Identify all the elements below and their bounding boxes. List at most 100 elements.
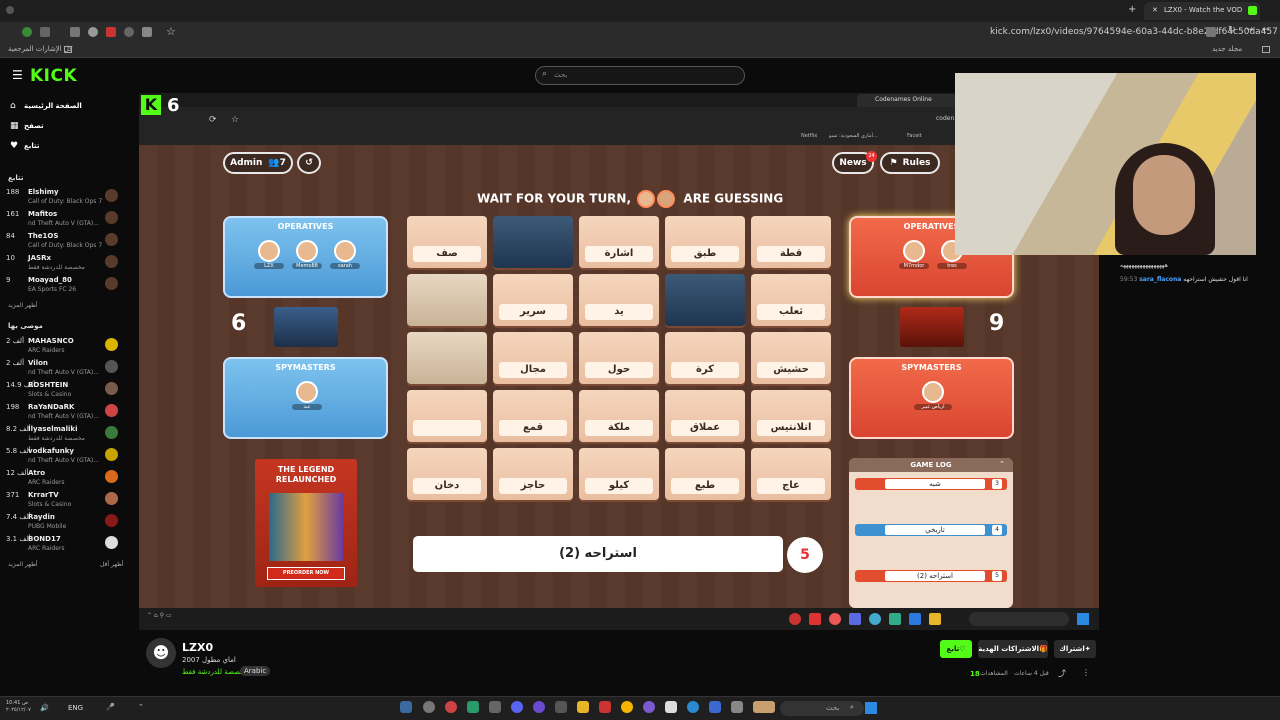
recommended-item[interactable]: 8.2 ألف Ilyaselmaliki مخصصة للدردشة فقط: [0, 425, 130, 447]
game-log: GAME LOG ⌃ شبه 3 تاريخي 4 استراحه (2) 5: [849, 458, 1013, 608]
taskbar-app-icon[interactable]: [599, 701, 611, 713]
taskbar-app-icon[interactable]: [555, 701, 567, 713]
reload-icon[interactable]: ↻: [1228, 25, 1236, 35]
folder-icon-2: [1262, 46, 1270, 53]
recommended-item[interactable]: 3.1 ألف BOND17 ARC Raiders: [0, 535, 130, 557]
show-more-link[interactable]: أظهر المزيد: [8, 302, 38, 309]
taskbar-app-icon[interactable]: [709, 701, 721, 713]
recommended-item[interactable]: 371 KrrarTV Slots & Casino: [0, 491, 130, 513]
avatar: [105, 536, 118, 549]
clock[interactable]: 10:41 ص ٢٠٢٥/١٢/٠٧: [6, 700, 31, 714]
blue-score: 6: [231, 311, 247, 336]
taskbar-app-icon[interactable]: [489, 701, 501, 713]
chat-panel: ههههههههههههههههه 59:53 sara_flacona انا…: [1118, 258, 1280, 618]
following-item[interactable]: 161 Mafitos ...nd Theft Auto V (GTA): [0, 210, 130, 232]
sidebar-item-following[interactable]: تتابع: [24, 142, 40, 150]
taskbar-app-icon: [889, 613, 901, 625]
back-icon[interactable]: ←: [1262, 25, 1270, 35]
kick-logo[interactable]: KICK: [30, 66, 77, 86]
chrome-icon[interactable]: [621, 701, 633, 713]
mic-icon[interactable]: 🎤: [106, 703, 115, 711]
address-bar[interactable]: kick.com/lzx0/videos/9764594e-60a3-44dc-…: [990, 27, 1278, 37]
taskbar-app-icon[interactable]: [511, 701, 523, 713]
edge-icon[interactable]: [687, 701, 699, 713]
show-more-link-2[interactable]: أظهر المزيد: [8, 561, 38, 568]
window-menu-icon[interactable]: [6, 6, 14, 14]
active-tab[interactable]: ✕ LZX0 - Watch the VOD on: [1144, 2, 1260, 20]
extension-icon-5[interactable]: [142, 27, 152, 37]
following-item[interactable]: 84 The1OS Call of Duty: Black Ops 7: [0, 232, 130, 254]
taskbar-app-icon[interactable]: [467, 701, 479, 713]
kick-badge-icon: K: [141, 95, 161, 115]
new-folder-bookmark[interactable]: مجلد جديد: [1212, 45, 1242, 53]
windows-start-icon[interactable]: [865, 702, 877, 714]
browse-icon: ▦: [10, 121, 19, 131]
recommended-item[interactable]: 5.8 ألف vodkafunky ...nd Theft Auto V (GTA…: [0, 447, 130, 469]
volume-icon[interactable]: 🔊: [40, 704, 49, 712]
taskbar-app-icon[interactable]: [423, 701, 435, 713]
recommended-item[interactable]: 12 ألف Atro ARC Raiders: [0, 469, 130, 491]
extension-icon-4[interactable]: [106, 27, 116, 37]
card-word: كيلو: [585, 478, 653, 494]
bookmark-icon: ⚑: [889, 158, 898, 168]
close-tab-icon[interactable]: ✕: [1152, 6, 1158, 14]
red-score: 9: [989, 311, 1005, 336]
language-indicator[interactable]: ENG: [68, 704, 83, 712]
taskbar-search[interactable]: ⌕ بحث: [780, 701, 864, 716]
chat-user[interactable]: sara_flacona: [1139, 276, 1181, 283]
avatar: [105, 448, 118, 461]
taskbar-app-icon[interactable]: [400, 701, 412, 713]
gift-subs-button[interactable]: 🎁 الاشتراكات الهدية: [978, 640, 1048, 658]
follow-button[interactable]: ♡ تابع: [940, 640, 972, 658]
channel-game: مخصصة للدردشة فقط: [28, 435, 85, 442]
views-label: المشاهدات: [980, 670, 1008, 677]
player-name: Memo88: [292, 263, 322, 269]
taskbar-app-icon[interactable]: [533, 701, 545, 713]
channel-game: ...nd Theft Auto V (GTA): [28, 220, 99, 227]
tray-chevron-icon[interactable]: ⌃: [138, 703, 144, 711]
taskbar-app-icon[interactable]: [643, 701, 655, 713]
following-item[interactable]: 188 Elshimy Call of Duty: Black Ops 7: [0, 188, 130, 210]
preorder-button: PREORDER NOW: [267, 567, 345, 580]
taskbar-app-icon[interactable]: [577, 701, 589, 713]
avatar: [105, 382, 118, 395]
taskbar-app-icon[interactable]: [445, 701, 457, 713]
taskbar-app-icon[interactable]: [731, 701, 743, 713]
new-tab-icon[interactable]: +: [1128, 4, 1136, 15]
channel-avatar[interactable]: ☻: [146, 638, 176, 668]
recommended-item[interactable]: 198 RaYaNDaRK ...nd Theft Auto V (GTA): [0, 403, 130, 425]
show-less-link[interactable]: أظهر أقل: [100, 561, 124, 568]
taskbar-app-icon[interactable]: [753, 701, 775, 713]
viewer-count: 161: [6, 210, 20, 218]
following-item[interactable]: 9 Moayad_80 EA Sports FC 26: [0, 276, 130, 298]
recommended-item[interactable]: 7.4 ألف Raydin PUBG Mobile: [0, 513, 130, 535]
extension-icon-3[interactable]: [70, 27, 80, 37]
all-bookmarks-link[interactable]: كل الإشارات المرجعية: [8, 45, 73, 53]
stream-category[interactable]: مخصصة للدردشة فقط: [182, 668, 248, 676]
forward-icon[interactable]: →: [1246, 25, 1254, 35]
language-tag[interactable]: Arabic: [240, 666, 271, 676]
views-count: 18: [970, 670, 980, 678]
channel-game: PUBG Mobile: [28, 523, 67, 530]
more-options-icon[interactable]: ⋮: [1082, 668, 1090, 677]
search-input[interactable]: ⌕ بحث: [535, 66, 745, 85]
bookmark-star-icon[interactable]: ☆: [166, 25, 176, 38]
sidebar-item-browse[interactable]: تصفح: [24, 122, 44, 130]
share-icon[interactable]: ⤴: [1058, 668, 1066, 679]
tune-icon[interactable]: [1206, 27, 1216, 37]
subscribe-button[interactable]: ✦ اشتراك: [1054, 640, 1096, 658]
hamburger-menu-icon[interactable]: ☰: [12, 68, 23, 82]
recommended-item[interactable]: 2 ألف MAHASNCO ARC Raiders: [0, 337, 130, 359]
channel-name: RaYaNDaRK: [28, 403, 75, 411]
gear-icon[interactable]: [124, 27, 134, 37]
sidebar-item-home[interactable]: الصفحة الرئيسية: [24, 102, 82, 110]
recommended-item[interactable]: 14.9 ألف ROSHTEIN Slots & Casino: [0, 381, 130, 403]
taskbar-app-icon[interactable]: [665, 701, 677, 713]
extension-icon[interactable]: [22, 27, 32, 37]
following-item[interactable]: 10 JASRx مخصصة للدردشة فقط: [0, 254, 130, 276]
channel-name: Elshimy: [28, 188, 59, 196]
shield-icon[interactable]: [88, 27, 98, 37]
channel-name[interactable]: LZX0: [182, 641, 213, 654]
recommended-item[interactable]: 2 ألف Vilon ...nd Theft Auto V (GTA): [0, 359, 130, 381]
extension-icon-2[interactable]: [40, 27, 50, 37]
